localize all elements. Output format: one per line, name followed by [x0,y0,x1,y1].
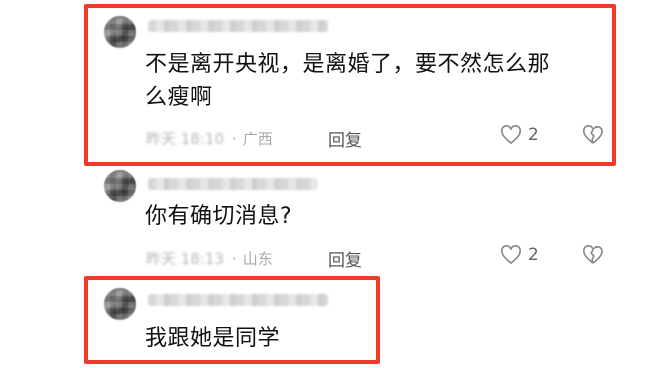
comment-meta: 昨天 18:13 · 山东 [146,248,273,269]
location: 山东 [242,250,273,268]
dislike-button[interactable] [582,245,604,269]
comment-text: 你有确切消息? [145,200,292,233]
like-count: 2 [528,245,539,265]
highlight-box-1 [84,4,616,166]
comment-text-line: 你有确切消息? [145,204,293,229]
comment-2: 你有确切消息? 昨天 18:13 · 山东 回复 2 [0,170,660,271]
username-blurred[interactable] [148,178,318,190]
highlight-box-2 [84,276,380,364]
like-button[interactable]: 2 [500,245,539,265]
reply-button[interactable]: 回复 [328,246,362,271]
broken-heart-icon [583,245,603,264]
heart-outline-icon [501,245,521,265]
timestamp: 昨天 18:13 [146,250,224,268]
meta-separator: · [232,249,237,268]
avatar[interactable] [104,170,136,202]
